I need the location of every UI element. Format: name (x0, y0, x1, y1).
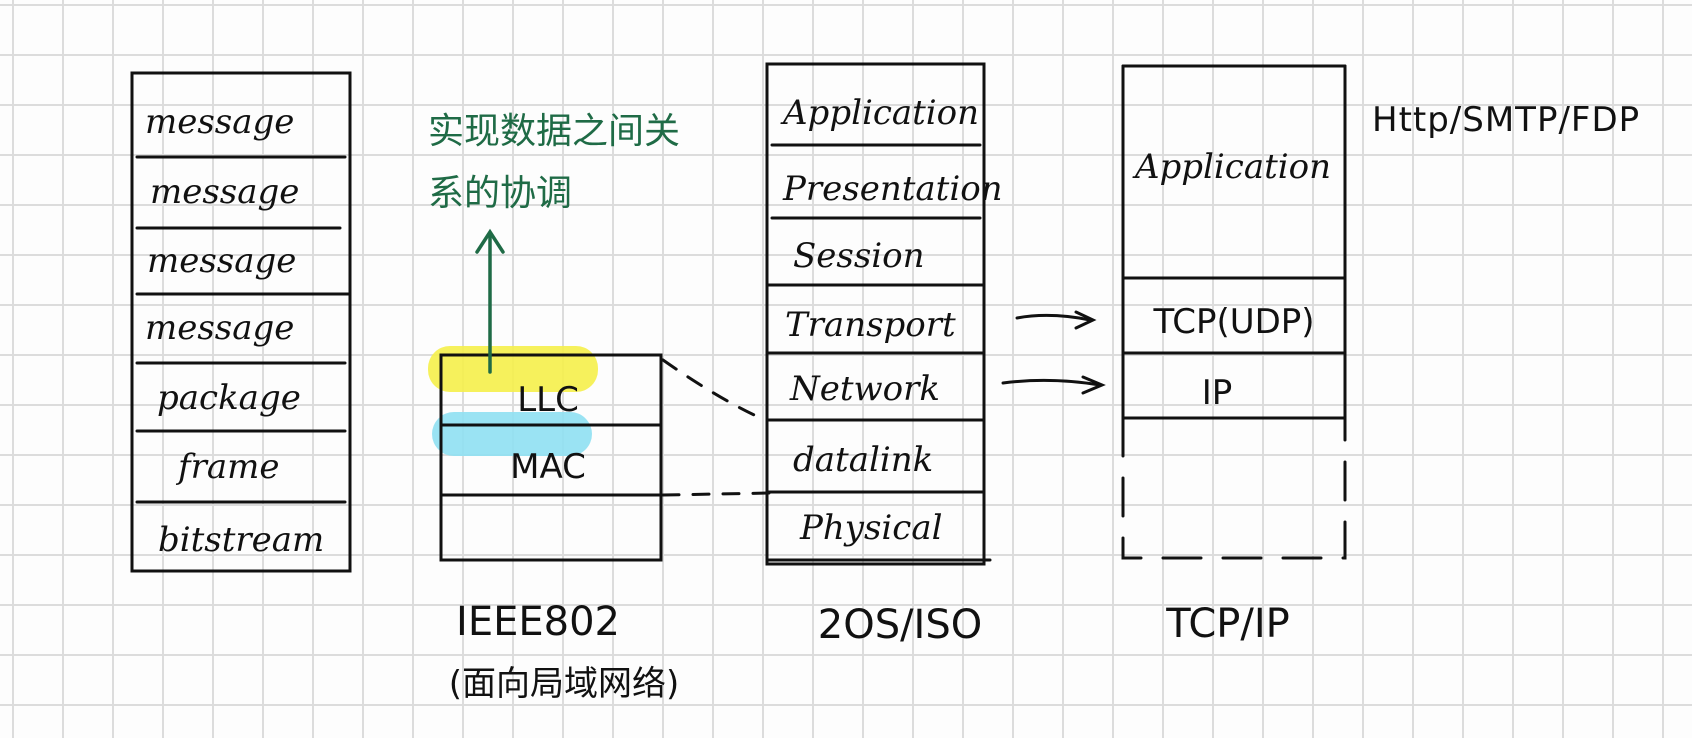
osi-transport: Transport (785, 305, 956, 345)
tcpip-application: Application (1134, 147, 1332, 187)
application-protocols: Http/SMTP/FDP (1372, 100, 1641, 140)
tcpip-caption: TCP/IP (1166, 601, 1290, 647)
ieee-subcaption: (面向局域网络) (448, 664, 680, 704)
osi-datalink: datalink (793, 440, 934, 480)
transport-arrow (1015, 313, 1092, 322)
osi-network: Network (790, 369, 940, 409)
osi-caption: 2OS/ISO (817, 602, 983, 648)
unit-package: package (157, 378, 301, 418)
network-arrow (1001, 378, 1102, 387)
osi-session: Session (793, 236, 925, 276)
unit-message-2: message (150, 172, 300, 212)
unit-frame: frame (178, 447, 280, 487)
llc-label: LLC (517, 380, 579, 420)
whiteboard-canvas: message message message message package … (0, 0, 1692, 738)
osi-presentation: Presentation (783, 169, 1003, 209)
osi-physical: Physical (800, 508, 943, 548)
llc-note-line2: 系的协调 (428, 173, 573, 214)
unit-message-1: message (145, 102, 295, 142)
unit-message-3: message (147, 241, 297, 281)
up-arrow-icon (475, 228, 505, 374)
osi-application: Application (783, 93, 980, 133)
llc-note-line1: 实现数据之间关 (428, 111, 681, 152)
tcpip-internet: IP (1201, 373, 1233, 413)
unit-bitstream: bitstream (158, 520, 325, 560)
unit-message-4: message (145, 308, 295, 348)
ieee-caption: IEEE802 (456, 599, 620, 645)
tcpip-transport: TCP(UDP) (1153, 302, 1315, 342)
mac-label: MAC (510, 447, 586, 487)
